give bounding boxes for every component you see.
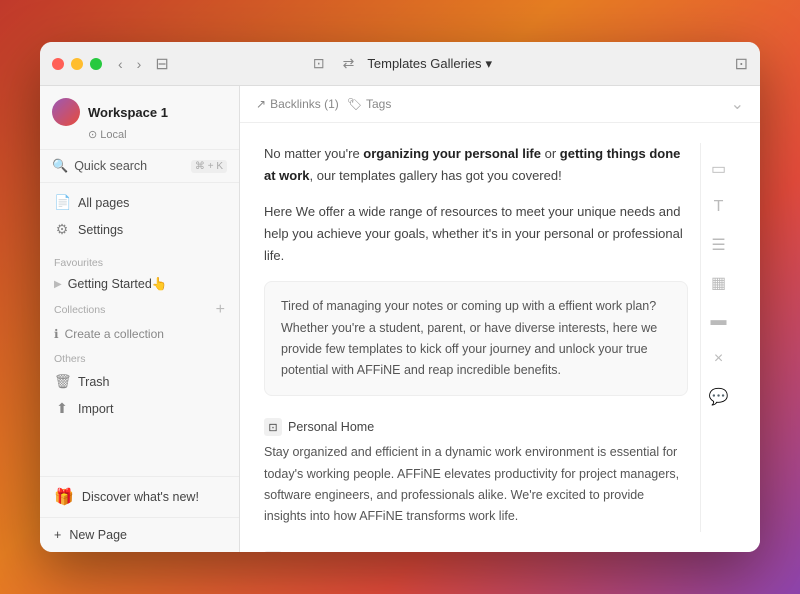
- rt-list-button[interactable]: ☰: [705, 231, 733, 259]
- titlebar-center: ⊡ ⇄ Templates Galleries ▾: [308, 53, 492, 74]
- create-collection-icon: ℹ: [54, 327, 59, 341]
- rt-text-button[interactable]: T: [705, 193, 733, 221]
- workspace-name: Workspace 1: [88, 105, 168, 120]
- import-label: Import: [78, 402, 113, 416]
- template-2-header: ⊡ Working Home: [264, 543, 688, 552]
- search-label: Quick search: [74, 159, 185, 173]
- search-shortcut: ⌘ + K: [191, 160, 227, 173]
- tags-label: Tags: [366, 97, 391, 111]
- sidebar-item-trash[interactable]: 🗑 Trash: [40, 368, 239, 395]
- collapse-button[interactable]: ⌄: [731, 94, 744, 114]
- nav-back-button[interactable]: ‹: [114, 54, 127, 74]
- sidebar-item-all-pages[interactable]: 📄 All pages: [40, 189, 239, 216]
- sidebar-item-settings[interactable]: ⚙ Settings: [40, 216, 239, 243]
- discover-icon: 🎁: [54, 487, 74, 507]
- callout-box: Tired of managing your notes or coming u…: [264, 281, 688, 396]
- create-collection-item[interactable]: ℹ Create a collection: [40, 323, 239, 345]
- collections-row: Collections +: [40, 297, 239, 323]
- app-window: ‹ › ⊟ ⊡ ⇄ Templates Galleries ▾ ⊡ Worksp…: [40, 42, 760, 552]
- discover-button[interactable]: 🎁 Discover what's new!: [40, 477, 239, 518]
- rt-divider-button[interactable]: ▬: [705, 307, 733, 335]
- template-1-icon: ⊡: [264, 418, 282, 436]
- main-layout: Workspace 1 ⊙ Local 🔍 Quick search ⌘ + K…: [40, 86, 760, 552]
- template-2-icon: ⊡: [264, 551, 282, 552]
- collections-label: Collections: [54, 304, 105, 316]
- template-1-name: Personal Home: [288, 420, 374, 434]
- tags-button[interactable]: 🏷 Tags: [347, 97, 392, 111]
- intro-paragraph: No matter you're organizing your persona…: [264, 143, 688, 187]
- all-pages-icon: 📄: [54, 194, 70, 211]
- rt-comment-button[interactable]: 💬: [705, 383, 733, 411]
- content-main: No matter you're organizing your persona…: [264, 143, 688, 532]
- template-card-personal-home[interactable]: ⊡ Personal Home Stay organized and effic…: [264, 410, 688, 535]
- getting-started-label: Getting Started👆: [68, 277, 168, 292]
- discover-label: Discover what's new!: [82, 490, 199, 504]
- expand-button[interactable]: ⊡: [735, 54, 748, 74]
- content-toolbar: ↗ Backlinks (1) 🏷 Tags ⌄: [240, 86, 760, 123]
- workspace-avatar: [52, 98, 80, 126]
- page-title: Templates Galleries ▾: [367, 56, 492, 72]
- close-button[interactable]: [52, 58, 64, 70]
- search-icon: 🔍: [52, 158, 68, 174]
- content-area: ↗ Backlinks (1) 🏷 Tags ⌄ No matter you'r…: [240, 86, 760, 552]
- settings-icon: ⚙: [54, 221, 70, 238]
- nav-forward-button[interactable]: ›: [133, 54, 146, 74]
- sidebar-item-import[interactable]: ⬆ Import: [40, 395, 239, 422]
- template-1-description: Stay organized and efficient in a dynami…: [264, 442, 688, 535]
- new-page-label: New Page: [69, 528, 127, 542]
- right-toolbar: ▭ T ☰ ▦ ▬ × 💬: [700, 143, 736, 532]
- rt-table-button[interactable]: ▦: [705, 269, 733, 297]
- import-icon: ⬆: [54, 400, 70, 417]
- tag-icon: 🏷: [347, 97, 362, 111]
- traffic-lights: [52, 58, 102, 70]
- workspace-info[interactable]: Workspace 1: [52, 98, 227, 126]
- new-page-button[interactable]: + New Page: [40, 518, 239, 552]
- others-section-label: Others: [40, 345, 239, 368]
- rt-card-button[interactable]: ▭: [705, 155, 733, 183]
- all-pages-label: All pages: [78, 196, 129, 210]
- backlinks-button[interactable]: ↗ Backlinks (1): [256, 97, 339, 111]
- favourites-section-label: Favourites: [40, 249, 239, 272]
- backlinks-label: Backlinks (1): [270, 97, 339, 111]
- settings-label: Settings: [78, 223, 123, 237]
- backlink-icon: ↗: [256, 97, 266, 111]
- second-paragraph: Here We offer a wide range of resources …: [264, 201, 688, 267]
- content-body: No matter you're organizing your persona…: [240, 123, 760, 552]
- sidebar-toggle-button[interactable]: ⊟: [155, 54, 168, 74]
- page-icon-2-button[interactable]: ⇄: [338, 53, 360, 74]
- sidebar-item-getting-started[interactable]: ▶ Getting Started👆: [40, 272, 239, 297]
- add-collection-button[interactable]: +: [216, 302, 225, 318]
- rt-close-button[interactable]: ×: [705, 345, 733, 373]
- sidebar-nav: 📄 All pages ⚙ Settings: [40, 183, 239, 249]
- workspace-sub: ⊙ Local: [88, 128, 227, 141]
- callout-text: Tired of managing your notes or coming u…: [281, 296, 671, 381]
- maximize-button[interactable]: [90, 58, 102, 70]
- template-1-header: ⊡ Personal Home: [264, 410, 688, 442]
- chevron-right-icon: ▶: [54, 279, 62, 290]
- trash-icon: 🗑: [54, 373, 70, 390]
- create-collection-label: Create a collection: [65, 327, 164, 341]
- template-card-working-home[interactable]: ⊡ Working Home: [264, 543, 688, 552]
- titlebar-right: ⊡: [735, 54, 748, 74]
- nav-arrows: ‹ ›: [114, 54, 145, 74]
- page-icon-1-button[interactable]: ⊡: [308, 53, 330, 74]
- sidebar-bottom: 🎁 Discover what's new! + New Page: [40, 476, 239, 552]
- trash-label: Trash: [78, 375, 110, 389]
- workspace-section: Workspace 1 ⊙ Local: [40, 86, 239, 150]
- titlebar: ‹ › ⊟ ⊡ ⇄ Templates Galleries ▾ ⊡: [40, 42, 760, 86]
- search-bar[interactable]: 🔍 Quick search ⌘ + K: [40, 150, 239, 183]
- minimize-button[interactable]: [71, 58, 83, 70]
- new-page-plus-icon: +: [54, 528, 61, 542]
- sidebar: Workspace 1 ⊙ Local 🔍 Quick search ⌘ + K…: [40, 86, 240, 552]
